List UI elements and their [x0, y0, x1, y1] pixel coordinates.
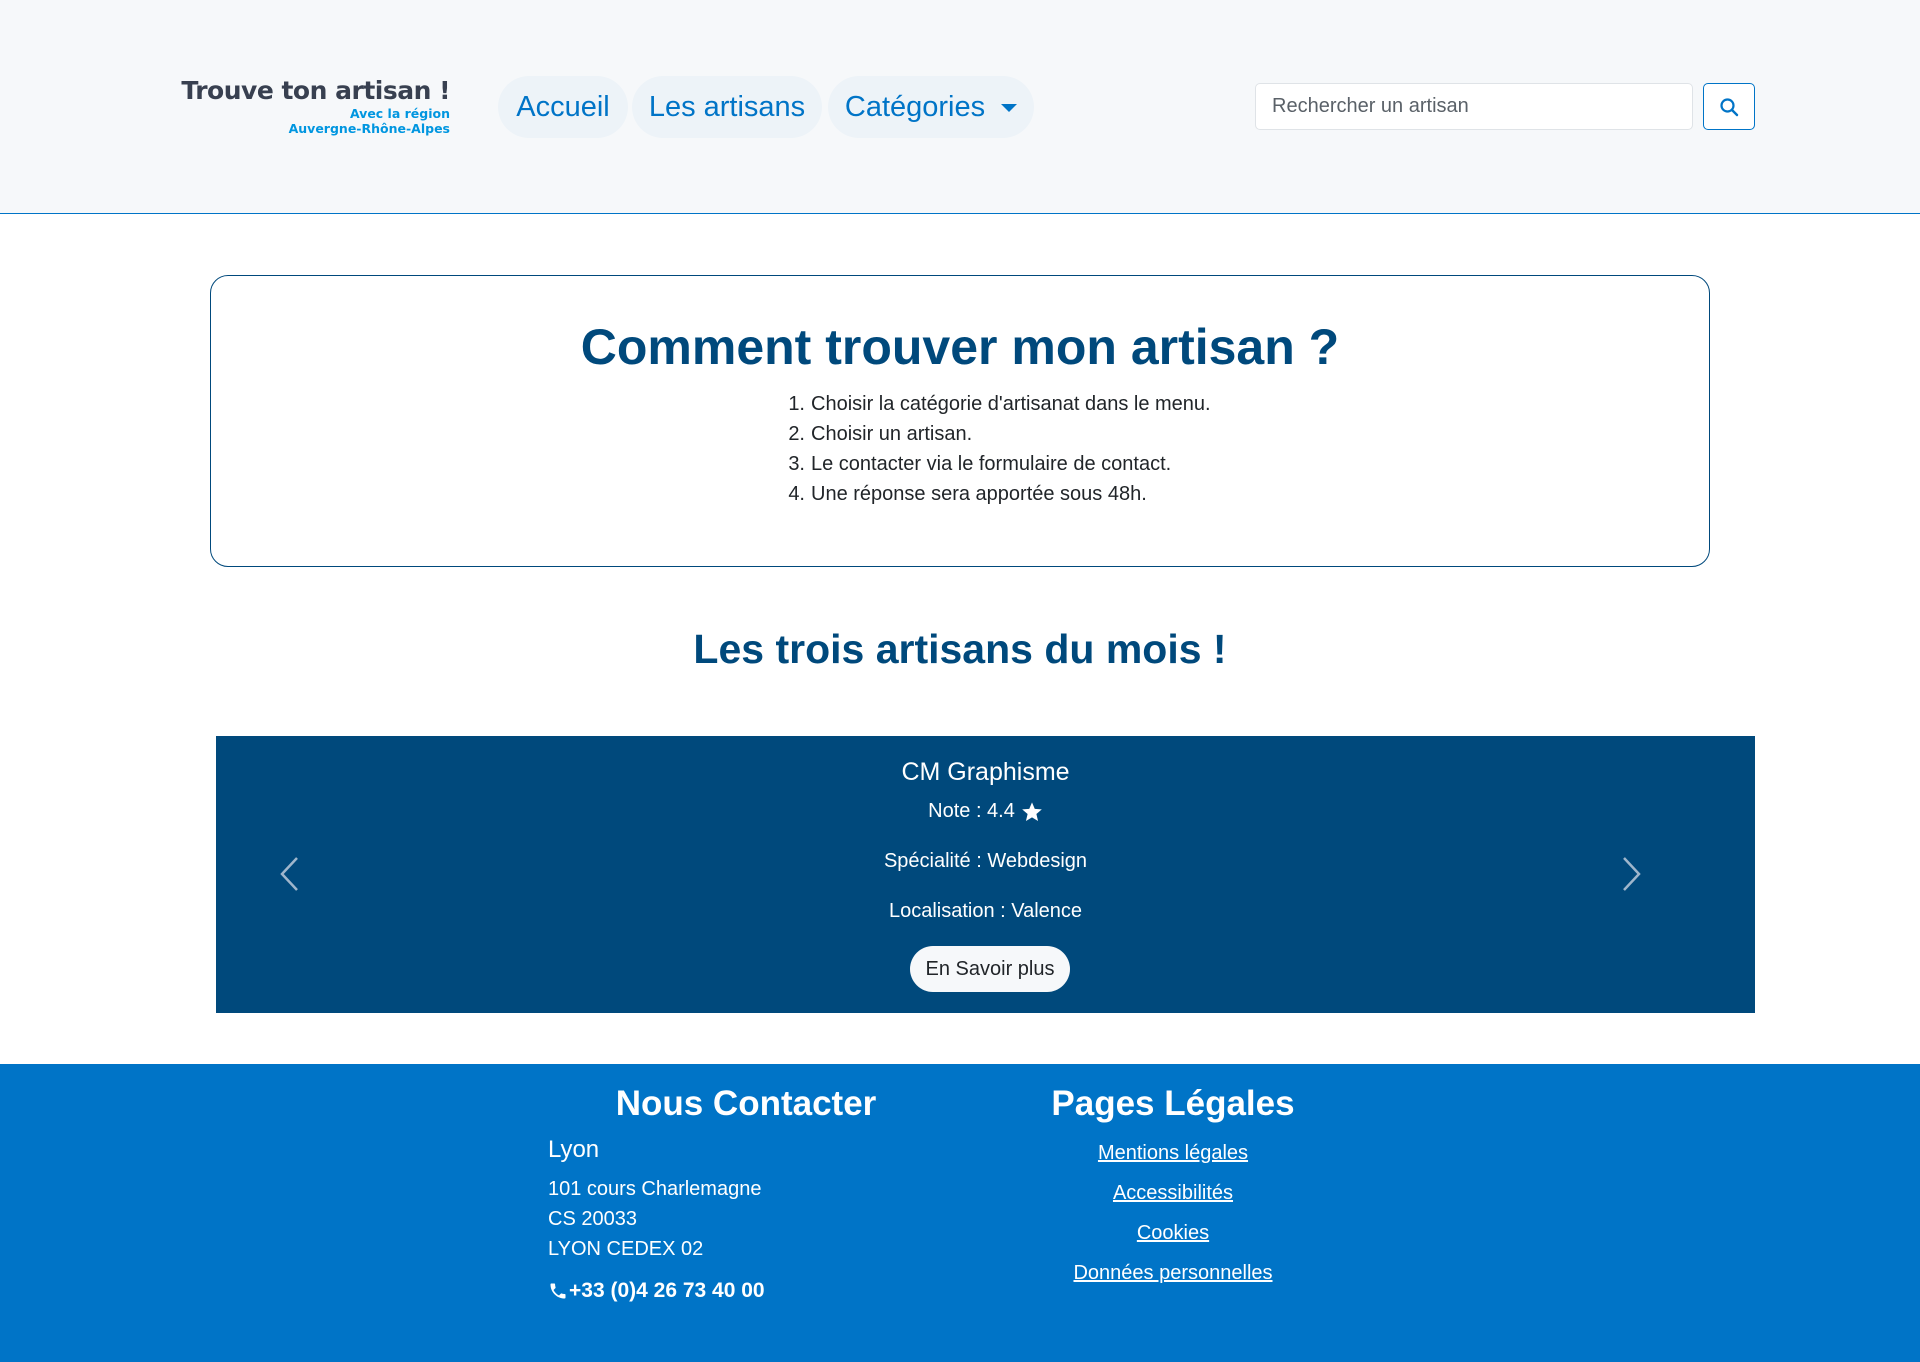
step-number: 4.	[788, 483, 805, 505]
artisan-name: CM Graphisme	[901, 758, 1070, 786]
logo-subtitle-region: Avec la région	[349, 106, 450, 121]
site-logo[interactable]: Trouve ton artisan ! Avec la région Auve…	[181, 76, 450, 140]
step-text: Choisir un artisan.	[811, 423, 973, 445]
nav-home[interactable]: Accueil	[498, 76, 628, 138]
how-to-steps: 1. Choisir la catégorie d'artisanat dans …	[781, 389, 1211, 509]
artisan-rating: Note : 4.4	[216, 800, 1755, 823]
phone-number: +33 (0)4 26 73 40 00	[569, 1279, 765, 1302]
step-text: Une réponse sera apportée sous 48h.	[811, 483, 1147, 505]
star-icon	[1021, 801, 1043, 823]
logo-title: Trouve ton artisan !	[181, 76, 450, 105]
address-line: 101 cours Charlemagne	[548, 1178, 762, 1200]
caret-down-icon	[1001, 104, 1018, 112]
nav-home-label: Accueil	[516, 90, 610, 123]
legal-link-item: Données personnelles	[1000, 1262, 1346, 1302]
contact-phone[interactable]: +33 (0)4 26 73 40 00	[548, 1279, 765, 1303]
learn-more-button[interactable]: En Savoir plus	[910, 946, 1070, 992]
step-number: 1.	[788, 393, 805, 415]
legal-link-item: Mentions légales	[1000, 1142, 1346, 1182]
step-item: 3. Le contacter via le formulaire de cont…	[781, 449, 1211, 479]
link-donnees-personnelles[interactable]: Données personnelles	[1073, 1262, 1272, 1284]
step-number: 3.	[788, 453, 805, 475]
nav-artisans-label: Les artisans	[648, 90, 806, 123]
search-input[interactable]	[1255, 83, 1693, 130]
step-item: 4. Une réponse sera apportée sous 48h.	[781, 479, 1211, 509]
how-to-title: Comment trouver mon artisan ?	[580, 319, 1340, 375]
step-item: 1. Choisir la catégorie d'artisanat dans …	[781, 389, 1211, 419]
phone-icon	[550, 1283, 566, 1299]
artisan-specialty: Spécialité : Webdesign	[883, 850, 1088, 872]
carousel-next-button[interactable]	[1607, 844, 1657, 904]
nav-artisans[interactable]: Les artisans	[632, 76, 822, 138]
logo-subtitle-name: Auvergne-Rhône-Alpes	[288, 121, 450, 136]
site-header: Trouve ton artisan ! Avec la région Auve…	[0, 0, 1920, 214]
featured-title: Les trois artisans du mois !	[693, 626, 1227, 672]
featured-carousel: CM Graphisme Note : 4.4 Spécialité : Web…	[216, 736, 1755, 1013]
link-cookies[interactable]: Cookies	[1137, 1222, 1209, 1244]
artisan-location: Localisation : Valence	[888, 900, 1083, 922]
contact-city: Lyon	[548, 1136, 600, 1163]
step-text: Le contacter via le formulaire de contac…	[811, 453, 1172, 475]
step-item: 2. Choisir un artisan.	[781, 419, 1211, 449]
how-to-box: Comment trouver mon artisan ? 1. Choisir …	[210, 275, 1710, 567]
legal-title: Pages Légales	[1051, 1084, 1295, 1123]
legal-links: Mentions légales Accessibilités Cookies …	[1000, 1142, 1346, 1302]
contact-address: 101 cours Charlemagne CS 20033 LYON CEDE…	[548, 1174, 761, 1264]
legal-link-item: Accessibilités	[1000, 1182, 1346, 1222]
address-line: CS 20033	[548, 1208, 637, 1230]
legal-link-item: Cookies	[1000, 1222, 1346, 1262]
contact-title: Nous Contacter	[615, 1084, 877, 1123]
site-footer: Nous Contacter Lyon 101 cours Charlemagn…	[0, 1064, 1920, 1362]
artisan-rating-text: Note : 4.4	[928, 800, 1015, 822]
link-accessibilites[interactable]: Accessibilités	[1113, 1182, 1233, 1204]
search-button[interactable]	[1703, 83, 1755, 130]
link-mentions-legales[interactable]: Mentions légales	[1098, 1142, 1248, 1164]
nav-categories-label: Catégories	[844, 90, 986, 123]
step-text: Choisir la catégorie d'artisanat dans le…	[811, 393, 1211, 415]
step-number: 2.	[788, 423, 805, 445]
search-icon	[1720, 97, 1739, 116]
chevron-right-icon	[1623, 857, 1641, 891]
address-line: LYON CEDEX 02	[548, 1238, 704, 1260]
nav-categories-dropdown[interactable]: Catégories	[828, 76, 1034, 138]
